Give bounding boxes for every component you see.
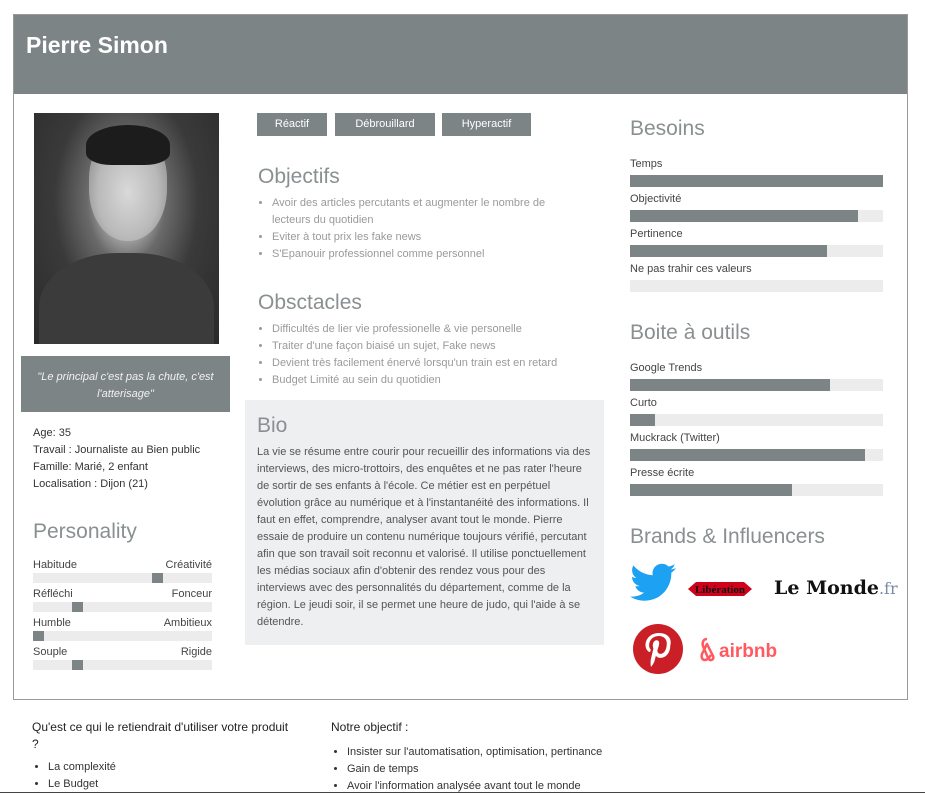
obstacles-list: Difficultés de lier vie professionelle &… [258, 321, 612, 389]
persona-facts: Age: 35 Travail : Journaliste au Bien pu… [33, 425, 200, 493]
airbnb-logo-text: airbnb [719, 641, 777, 662]
brands-title: Brands & Influencers [630, 525, 825, 548]
objectifs-title: Objectifs [258, 165, 340, 188]
airbnb-logo: airbnb [694, 627, 784, 675]
personality-knob [71, 602, 83, 612]
list-item: Insister sur l'automatisation, optimisat… [347, 744, 651, 761]
bottom-right: Notre objectif : Insister sur l'automati… [331, 719, 651, 795]
list-item: Gain de temps [347, 761, 651, 778]
fact-travail: Travail : Journaliste au Bien public [33, 444, 201, 456]
list-item: Le Budget [48, 776, 292, 793]
persona-card: Pierre Simon "Le principal c'est pas la … [13, 14, 908, 700]
persona-name: Pierre Simon [26, 32, 168, 58]
obstacles-title: Obsctacles [258, 291, 362, 314]
persona-photo [34, 113, 219, 344]
twitter-icon [630, 563, 678, 605]
list-item: Avoir des articles percutants et augment… [272, 195, 582, 229]
bio-text: La vie se résume entre courir pour recue… [257, 446, 591, 628]
bottom-left: Qu'est ce qui le retiendrait d'utiliser … [32, 719, 292, 793]
personality-knob [152, 573, 164, 583]
liberation-logo: Libération [686, 577, 754, 601]
fact-famille: Famille: Marié, 2 enfant [33, 461, 148, 473]
list-item: Traiter d'une façon biaisé un sujet, Fak… [272, 338, 612, 355]
list-item: S'Epanouir professionnel comme personnel [272, 246, 582, 263]
persona-quote: "Le principal c'est pas la chute, c'est … [21, 356, 230, 412]
bottom-right-list: Insister sur l'automatisation, optimisat… [331, 744, 651, 795]
page-divider [0, 792, 925, 793]
bio-title: Bio [257, 414, 288, 437]
personality-title: Personality [33, 520, 137, 543]
personality-knob [33, 631, 44, 641]
lemonde-logo: Le Monde.fr [774, 577, 898, 599]
objectifs-list: Avoir des articles percutants et augment… [258, 195, 582, 263]
tag-reactif: Réactif [257, 113, 327, 136]
fact-age: Age: 35 [33, 427, 71, 439]
fact-localisation: Localisation : Dijon (21) [33, 478, 148, 490]
header-bar: Pierre Simon [14, 15, 907, 94]
outils-title: Boite à outils [630, 321, 751, 344]
bottom-left-list: La complexité Le Budget [32, 759, 292, 793]
list-item: Eviter à tout prix les fake news [272, 229, 582, 246]
besoins-title: Besoins [630, 117, 705, 140]
list-item: Budget Limité au sein du quotidien [272, 372, 612, 389]
bottom-objective-title: Notre objectif : [331, 720, 409, 734]
list-item: La complexité [48, 759, 292, 776]
bio-box: Bio La vie se résume entre courir pour r… [245, 400, 604, 645]
bottom-question: Qu'est ce qui le retiendrait d'utiliser … [32, 720, 289, 751]
list-item: Devient très facilement énervé lorsqu'un… [272, 355, 612, 372]
liberation-logo-text: Libération [695, 584, 745, 596]
tag-debrouillard: Débrouillard [335, 113, 435, 136]
tag-hyperactif: Hyperactif [442, 113, 531, 136]
personality-knob [71, 660, 83, 670]
list-item: Difficultés de lier vie professionelle &… [272, 321, 612, 338]
pinterest-icon [632, 623, 684, 675]
